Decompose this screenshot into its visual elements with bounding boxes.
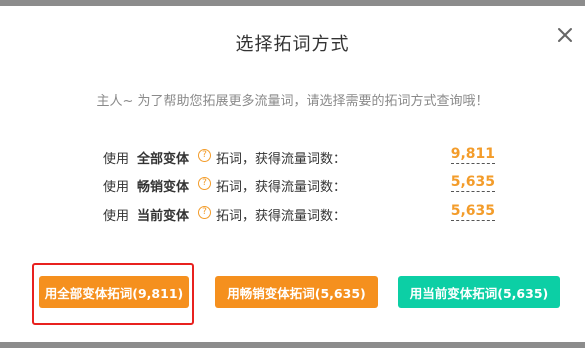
row-suffix: 拓词，获得流量词数： — [216, 152, 347, 167]
expand-all-variants-button[interactable]: 用全部变体拓词(9,811) — [39, 276, 189, 308]
option-row-bestseller: 使用 畅销变体 ? 拓词，获得流量词数： 5,635 — [103, 173, 495, 197]
option-row-all: 使用 全部变体 ? 拓词，获得流量词数： 9,811 — [103, 145, 495, 169]
row-suffix: 拓词，获得流量词数： — [216, 209, 347, 224]
row-prefix: 使用 — [103, 152, 130, 167]
dialog-title: 选择拓词方式 — [235, 34, 350, 55]
row-suffix: 拓词，获得流量词数： — [216, 180, 347, 195]
expand-current-variant-button[interactable]: 用当前变体拓词(5,635) — [398, 276, 560, 308]
row-count[interactable]: 5,635 — [450, 203, 495, 221]
row-count[interactable]: 9,811 — [450, 146, 495, 164]
expand-bestseller-variants-button[interactable]: 用畅销变体拓词(5,635) — [215, 276, 378, 308]
dialog-subtitle: 主人~ 为了帮助您拓展更多流量词，请选择需要的拓词方式查询哦！ — [96, 94, 489, 109]
row-count[interactable]: 5,635 — [450, 174, 495, 192]
help-circle-icon[interactable]: ? — [198, 149, 211, 162]
row-prefix: 使用 — [103, 209, 130, 224]
help-circle-icon[interactable]: ? — [198, 206, 211, 219]
modal-backdrop-bottom — [0, 342, 585, 348]
close-icon — [558, 28, 572, 42]
help-circle-icon[interactable]: ? — [198, 177, 211, 190]
row-variant: 全部变体 — [137, 152, 190, 167]
row-prefix: 使用 — [103, 180, 130, 195]
row-variant: 畅销变体 — [137, 180, 190, 195]
option-row-current: 使用 当前变体 ? 拓词，获得流量词数： 5,635 — [103, 202, 495, 226]
row-variant: 当前变体 — [137, 209, 190, 224]
close-button[interactable] — [554, 24, 576, 46]
